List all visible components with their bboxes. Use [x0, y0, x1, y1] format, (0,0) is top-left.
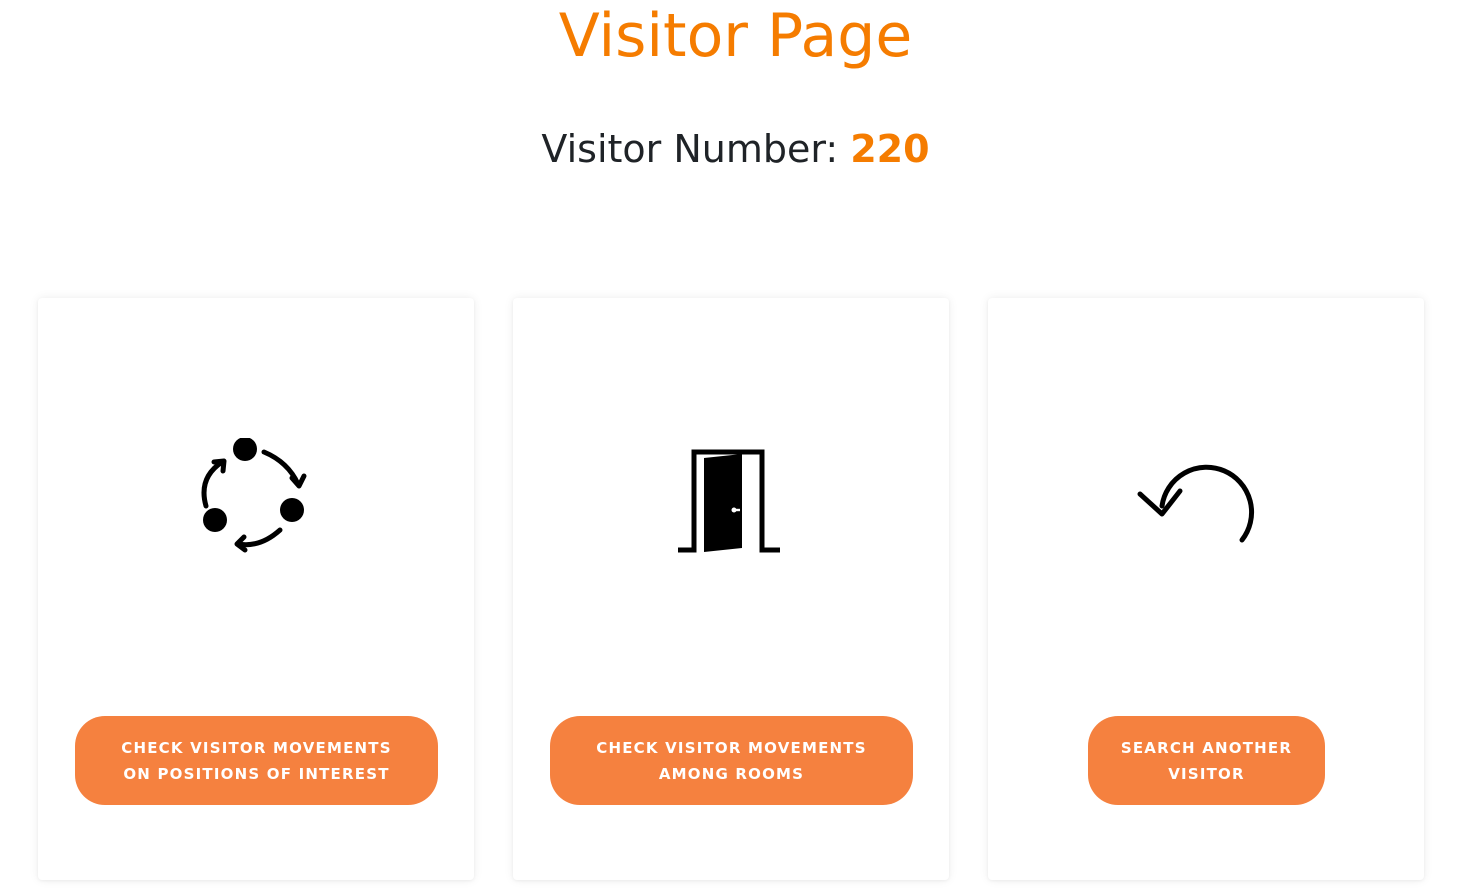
button-label-line1: SEARCH ANOTHER — [1120, 738, 1293, 757]
button-label-line2: VISITOR — [1168, 764, 1245, 783]
button-label-line1: CHECK VISITOR MOVEMENTS — [596, 738, 867, 757]
card-among-rooms: CHECK VISITOR MOVEMENTS AMONG ROOMS — [513, 298, 949, 880]
page-title: Visitor Page — [558, 1, 913, 71]
check-among-rooms-button[interactable]: CHECK VISITOR MOVEMENTS AMONG ROOMS — [550, 716, 913, 805]
visitor-number-heading: Visitor Number: 220 — [0, 124, 1471, 174]
open-door-icon — [513, 433, 949, 563]
visitor-number-value: 220 — [850, 127, 930, 171]
visitor-number-label: Visitor Number: — [541, 127, 839, 171]
check-positions-of-interest-button[interactable]: CHECK VISITOR MOVEMENTS ON POSITIONS OF … — [75, 716, 438, 805]
search-another-visitor-button[interactable]: SEARCH ANOTHER VISITOR — [1088, 716, 1325, 805]
card-search-another: SEARCH ANOTHER VISITOR — [988, 298, 1424, 880]
card-positions-of-interest: CHECK VISITOR MOVEMENTS ON POSITIONS OF … — [38, 298, 474, 880]
undo-arrow-icon — [988, 433, 1424, 563]
button-label-line2: AMONG ROOMS — [658, 764, 805, 783]
button-label-line1: CHECK VISITOR MOVEMENTS — [121, 738, 392, 757]
button-label-line2: ON POSITIONS OF INTEREST — [123, 764, 390, 783]
cycle-arrows-icon — [38, 433, 474, 563]
